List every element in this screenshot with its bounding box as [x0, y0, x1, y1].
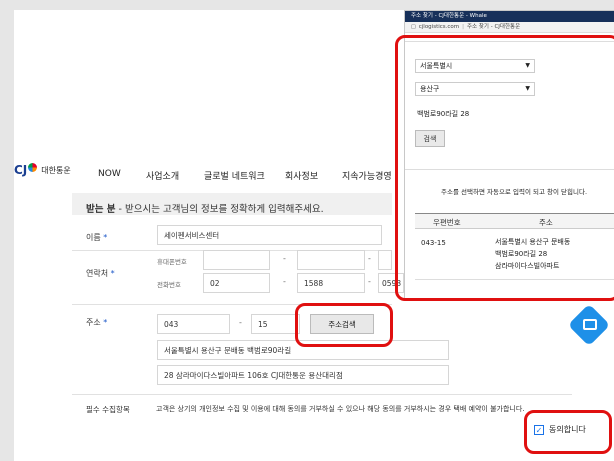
address-line2-input[interactable]: 28 삼라마이다스빌아파트 106호 CJ대한통운 용산대리점 — [157, 365, 449, 385]
address-label: 주소 * — [86, 318, 108, 327]
section-title-desc: - 받으시는 고객님의 정보를 정확하게 입력해주세요. — [115, 204, 324, 215]
logo-mark-icon — [28, 162, 38, 172]
chat-icon[interactable] — [583, 319, 597, 330]
mobile-part1-input[interactable] — [203, 250, 270, 270]
dash: - — [239, 318, 242, 327]
mobile-part3-input[interactable] — [378, 250, 392, 270]
required-mark: * — [103, 233, 108, 242]
name-label: 이름 * — [86, 233, 108, 242]
phone-label: 전화번호 — [157, 281, 181, 289]
dash: - — [368, 277, 371, 286]
mobile-part2-input[interactable] — [297, 250, 365, 270]
popup-address-bar: □ cjlogistics.com | 주소 찾기 - CJ대한통운 — [405, 22, 614, 33]
zip-part2-input[interactable]: 15 — [251, 314, 300, 334]
required-mark: * — [110, 269, 115, 278]
dash: - — [283, 254, 286, 263]
nav-sustainability[interactable]: 지속가능경영 — [342, 169, 392, 182]
nav-company-info[interactable]: 회사정보 — [285, 169, 318, 182]
popup-url-domain: cjlogistics.com — [418, 23, 460, 30]
section-title: 받는 분 - 받으시는 고객님의 정보를 정확하게 입력해주세요. — [86, 201, 324, 215]
highlight-popup-box — [395, 35, 614, 301]
popup-titlebar: 주소 찾기 - CJ대한통운 - Whale — [405, 11, 614, 22]
lock-icon: □ — [411, 23, 416, 30]
mobile-label: 휴대폰번호 — [157, 258, 187, 266]
dash: - — [368, 254, 371, 263]
contact-label: 연락처 * — [86, 269, 115, 278]
highlight-search-button-box — [295, 303, 393, 347]
section-title-bold: 받는 분 — [86, 204, 116, 215]
phone-part2-input[interactable]: 1588 — [297, 273, 365, 293]
name-input[interactable]: 세이펜서비스센터 — [157, 225, 382, 245]
highlight-agree-box — [524, 410, 612, 454]
main-page: CJ 대한통운 NOW 사업소개 글로벌 네트워크 회사정보 지속가능경영 받는… — [14, 10, 614, 461]
dash: - — [283, 277, 286, 286]
cj-logo[interactable]: CJ 대한통운 — [14, 162, 71, 177]
popup-url-title: 주소 찾기 - CJ대한통운 — [467, 23, 521, 30]
zip-part1-input[interactable]: 043 — [157, 314, 230, 334]
nav-global-network[interactable]: 글로벌 네트워크 — [204, 169, 265, 182]
phone-part1-input[interactable]: 02 — [203, 273, 270, 293]
consent-label: 필수 수집항목 — [86, 405, 130, 414]
nav-now[interactable]: NOW — [98, 169, 121, 179]
logo-text: 대한통운 — [41, 165, 71, 175]
required-mark: * — [103, 318, 108, 327]
divider — [72, 394, 572, 395]
logo-brand: CJ — [14, 163, 28, 177]
consent-text: 고객은 상기의 개인정보 수집 및 이용에 대해 동의를 거부하실 수 있으나 … — [156, 405, 525, 413]
nav-business[interactable]: 사업소개 — [146, 169, 179, 182]
